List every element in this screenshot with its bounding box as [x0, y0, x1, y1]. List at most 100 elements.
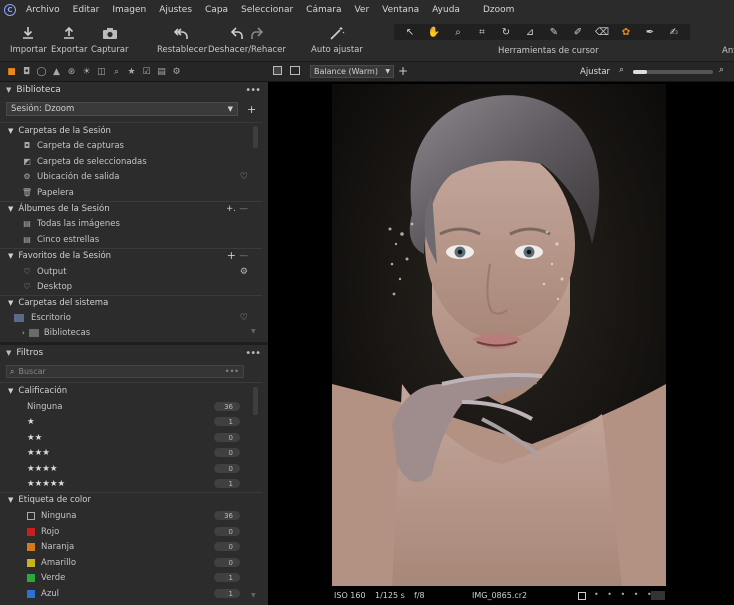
color-label-row[interactable]: Naranja 0 [0, 539, 262, 554]
group-session-folders[interactable]: ▼ Carpetas de la Sesión [0, 123, 262, 138]
list-item[interactable]: ♡ Output ⚙ [0, 264, 262, 279]
color-tab-icon[interactable]: ⊛ [64, 67, 79, 77]
library-tab-folder-icon[interactable]: ■ [4, 67, 19, 77]
rotate-icon[interactable]: ↻ [498, 27, 514, 38]
add-style-icon[interactable]: + [398, 64, 408, 78]
zoom-in-icon[interactable]: ⌕ [719, 65, 724, 75]
capture-tab-camera-icon[interactable]: ◘ [19, 67, 34, 77]
reset-button[interactable]: Restablecer [157, 24, 207, 55]
menu-imagen[interactable]: Imagen [112, 5, 146, 15]
menu-ventana[interactable]: Ventana [382, 5, 419, 15]
remove-icon[interactable]: — [240, 251, 249, 261]
local-adjust-tab-icon[interactable]: ◫ [94, 67, 109, 77]
rating-row[interactable]: ★★★★★ 1 [0, 476, 262, 491]
rating-group-header[interactable]: ▼ Calificación [0, 383, 262, 398]
heart-icon[interactable]: ♡ [240, 313, 248, 323]
lens-tab-circle-icon[interactable]: ◯ [34, 67, 49, 77]
chevron-right-icon[interactable]: › [22, 329, 25, 337]
grid-view-icon[interactable] [273, 66, 282, 75]
settings-tab-gear-icon[interactable]: ⚙ [169, 67, 184, 77]
add-session-icon[interactable]: + [247, 103, 256, 116]
search-field[interactable]: ⌕ Buscar ••• [6, 365, 244, 378]
library-scrollbar[interactable] [253, 126, 258, 148]
rating-row[interactable]: ★★★ 0 [0, 445, 262, 460]
zoom-slider[interactable] [633, 70, 713, 74]
style-select[interactable]: Balance (Warm) ▼ [310, 65, 394, 78]
library-header[interactable]: ▼ Biblioteca ••• [0, 82, 268, 98]
color-label-group-header[interactable]: ▼ Etiqueta de color [0, 492, 262, 507]
more-options-icon[interactable]: ••• [245, 85, 261, 96]
list-item[interactable]: › Bibliotecas [0, 325, 262, 340]
list-item[interactable]: ◘ Carpeta de capturas [0, 138, 262, 153]
menu-archivo[interactable]: Archivo [26, 5, 60, 15]
import-button[interactable]: Importar [10, 24, 47, 55]
group-session-favorites[interactable]: ▼ Favoritos de la Sesión + — [0, 248, 262, 263]
metadata-tab-star-icon[interactable]: ★ [124, 67, 139, 77]
batch-tab-icon[interactable]: ▤ [154, 67, 169, 77]
undo-redo-button[interactable]: Deshacer/Rehacer [208, 24, 286, 55]
list-item[interactable]: ▤ Todas las imágenes [0, 216, 262, 231]
hand-icon[interactable]: ✋ [426, 27, 442, 38]
add-album-icon[interactable]: +. [226, 204, 236, 214]
list-item[interactable]: ⚙ Ubicación de salida ♡ [0, 169, 262, 184]
menu-ajustes[interactable]: Ajustes [159, 5, 192, 15]
eraser-icon[interactable]: ⌫ [594, 27, 610, 38]
export-button[interactable]: Exportar [51, 24, 88, 55]
list-item[interactable]: ▤ Cinco estrellas [0, 232, 262, 247]
add-favorite-icon[interactable]: + [227, 249, 236, 262]
menu-editar[interactable]: Editar [73, 5, 100, 15]
filters-header[interactable]: ▼ Filtros ••• [0, 345, 268, 361]
keystone-icon[interactable]: ⊿ [522, 27, 538, 38]
menu-seleccionar[interactable]: Seleccionar [241, 5, 293, 15]
heal-icon[interactable]: ✿ [618, 27, 634, 38]
filters-scrollbar[interactable] [253, 387, 258, 415]
group-session-albums[interactable]: ▼ Álbumes de la Sesión +. — [0, 201, 262, 216]
rating-row[interactable]: ★★ 0 [0, 430, 262, 445]
app-logo-icon[interactable]: C [4, 4, 16, 16]
list-item[interactable]: ◩ Carpeta de seleccionadas [0, 154, 262, 169]
image-viewer[interactable]: ISO 160 1/125 s f/8 IMG_0865.cr2 • • • •… [268, 82, 734, 605]
rating-row[interactable]: ★ 1 [0, 414, 262, 429]
crop-icon[interactable]: ⌗ [474, 27, 490, 38]
color-label-row[interactable]: Verde 1 [0, 570, 262, 585]
pointer-icon[interactable]: ↖ [402, 27, 418, 38]
list-item[interactable]: Escritorio ♡ [0, 310, 262, 325]
list-item[interactable]: 🗑 Papelera [0, 185, 262, 200]
toolbar-overflow-label[interactable]: Ant [722, 46, 734, 56]
zoom-out-icon[interactable]: ⌕ [619, 65, 624, 75]
rating-row[interactable]: ★★★★ 0 [0, 461, 262, 476]
exposure-tab-mountain-icon[interactable]: ▲ [49, 67, 64, 77]
heart-icon[interactable]: ♡ [240, 172, 248, 182]
rating-dots-icon[interactable]: • • • • • [594, 590, 655, 599]
auto-adjust-button[interactable]: Auto ajustar [311, 24, 363, 55]
capture-button[interactable]: Capturar [91, 24, 128, 55]
details-tab-sun-icon[interactable]: ☀ [79, 67, 94, 77]
annotate-icon[interactable]: ✍ [666, 27, 682, 38]
color-label-row[interactable]: Amarillo 0 [0, 555, 262, 570]
eyedropper-icon[interactable]: ✒ [642, 27, 658, 38]
brush-icon[interactable]: ✐ [570, 27, 586, 38]
group-system-folders[interactable]: ▼ Carpetas del sistema [0, 295, 262, 310]
menu-ver[interactable]: Ver [354, 5, 369, 15]
remove-icon[interactable]: — [240, 204, 249, 214]
session-select[interactable]: Sesión: Dzoom ▼ [6, 102, 238, 116]
search-tab-icon[interactable]: ⌕ [109, 67, 124, 77]
menu-capa[interactable]: Capa [205, 5, 228, 15]
menu-ayuda[interactable]: Ayuda [432, 5, 460, 15]
zoom-slider-thumb[interactable] [633, 70, 647, 74]
scroll-down-icon[interactable]: ▼ [251, 328, 256, 335]
search-options-icon[interactable]: ••• [225, 367, 239, 376]
more-options-icon[interactable]: ••• [245, 348, 261, 359]
rating-row[interactable]: Ninguna 36 [0, 399, 262, 414]
menu-camara[interactable]: Cámara [306, 5, 341, 15]
pen-icon[interactable]: ✎ [546, 27, 562, 38]
output-tab-check-icon[interactable]: ☑ [139, 67, 154, 77]
color-label-row[interactable]: Azul 1 [0, 586, 262, 601]
list-item[interactable]: ♡ Desktop [0, 279, 262, 294]
zoom-icon[interactable]: ⌕ [450, 27, 466, 38]
color-label-row[interactable]: Rojo 0 [0, 524, 262, 539]
color-label-row[interactable]: Ninguna 36 [0, 508, 262, 523]
select-checkbox[interactable] [578, 592, 586, 600]
gear-icon[interactable]: ⚙ [240, 267, 248, 277]
scroll-down-icon[interactable]: ▼ [251, 592, 256, 599]
